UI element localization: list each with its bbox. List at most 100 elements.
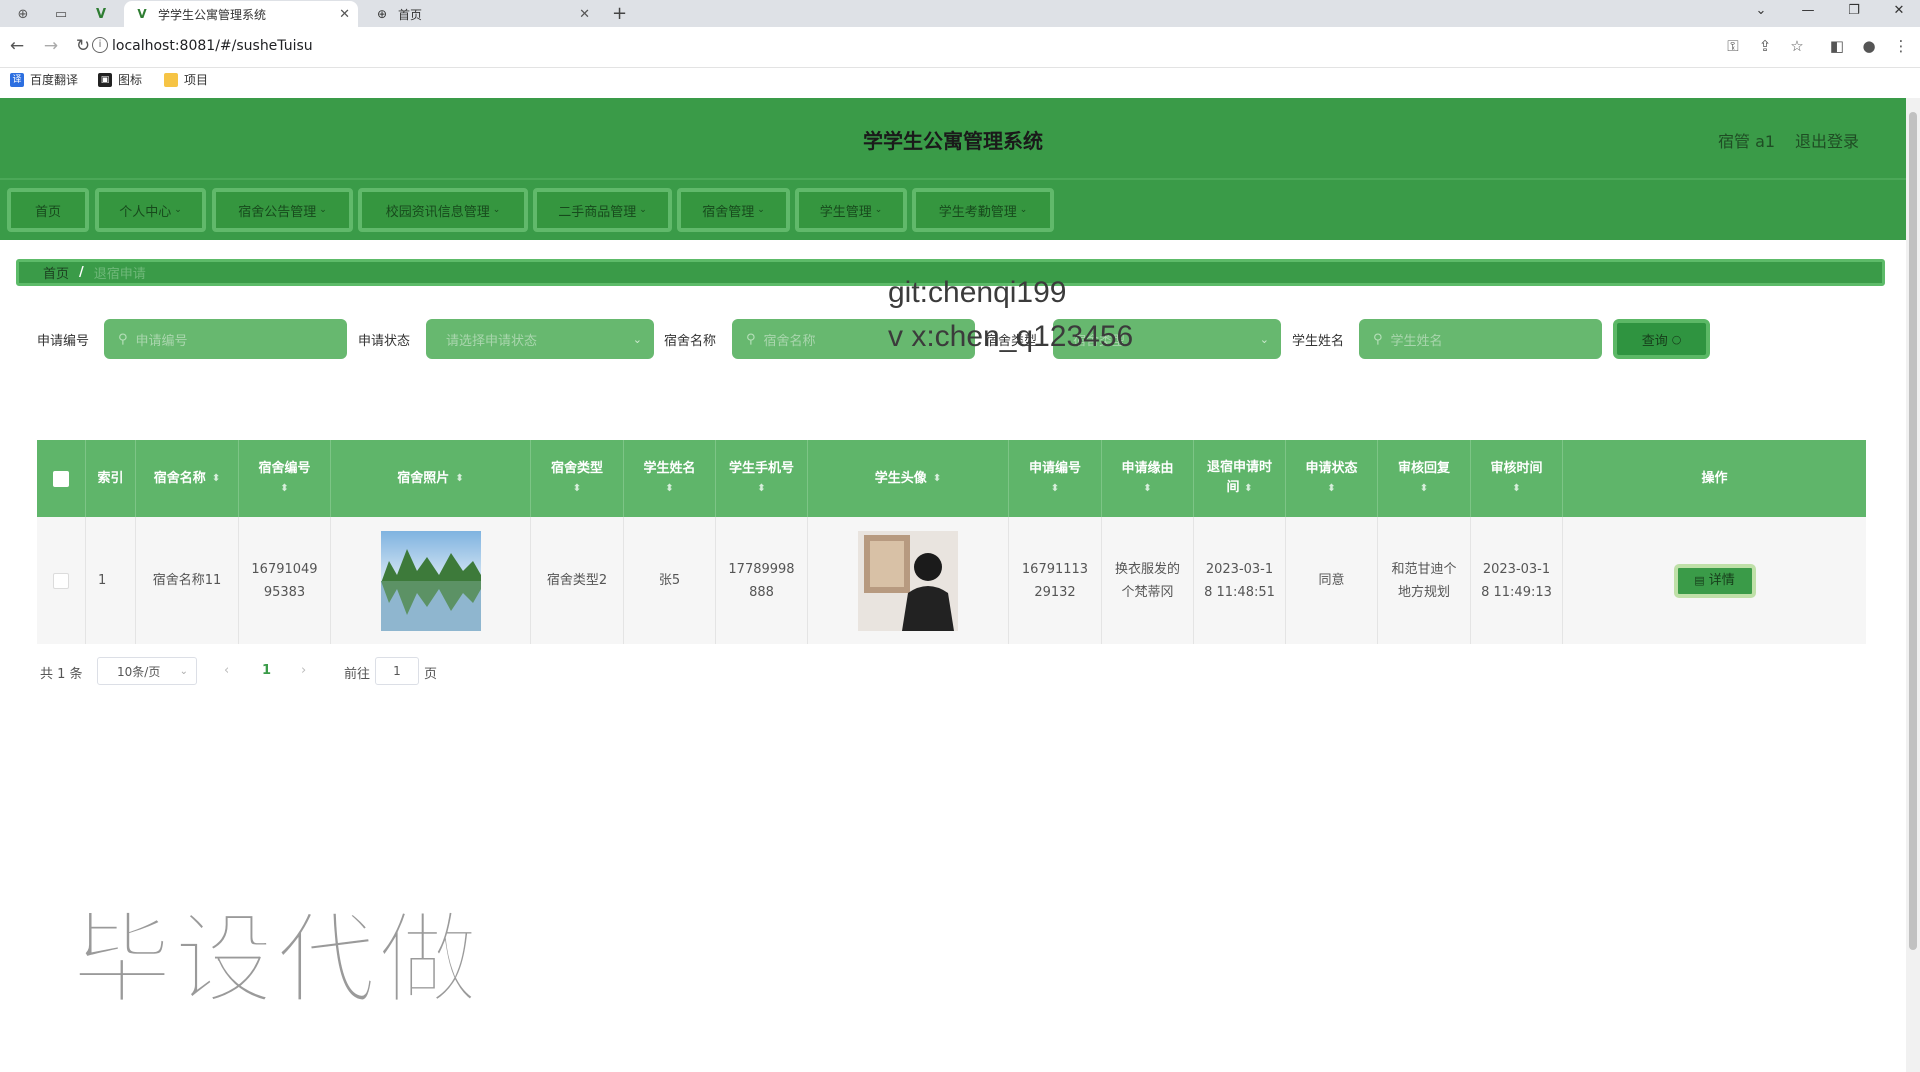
goto-page-input[interactable]: 1	[375, 657, 419, 685]
nav-label: 学生管理	[819, 204, 872, 220]
close-icon[interactable]: ✕	[339, 7, 350, 22]
th-dorm-no[interactable]: 宿舍编号 ⬍	[239, 440, 331, 517]
share-icon[interactable]: ⇪	[1754, 37, 1776, 55]
minimize-button[interactable]: —	[1793, 3, 1823, 18]
sort-icon[interactable]: ⬍	[1244, 483, 1252, 494]
nav-label: 宿舍管理	[702, 204, 755, 220]
sort-icon[interactable]: ⬍	[665, 479, 673, 499]
th-dorm-name[interactable]: 宿舍名称 ⬍	[136, 440, 239, 517]
close-icon[interactable]: ✕	[579, 7, 590, 22]
nav-label: 二手商品管理	[558, 204, 637, 220]
back-arrow-icon[interactable]: ←	[6, 36, 28, 56]
breadcrumb-home[interactable]: 首页	[43, 263, 69, 282]
th-student-phone[interactable]: 学生手机号 ⬍	[716, 440, 808, 517]
next-page-icon[interactable]: ›	[301, 663, 306, 678]
nav-item-dorm-manage[interactable]: 宿舍管理 ⌄	[677, 188, 790, 232]
watermark-git: git:chenqi199	[888, 276, 1067, 309]
cell-line: 29132	[1034, 584, 1076, 600]
chevron-down-icon: ⌄	[1259, 332, 1269, 346]
document-icon: ▤	[1694, 574, 1705, 587]
th-reply[interactable]: 审核回复 ⬍	[1378, 440, 1471, 517]
th-label: 退宿申请时	[1206, 460, 1272, 475]
reload-icon[interactable]: ↻	[72, 36, 94, 56]
browser-tabstrip: ⊕ ▭ V V 学学生公寓管理系统 ✕ ⊕ 首页 ✕ + ⌄ — ❐ ✕	[0, 0, 1920, 27]
chevron-down-icon: ⌄	[757, 205, 765, 215]
restore-button[interactable]: ❐	[1839, 3, 1869, 18]
logout-link[interactable]: 退出登录	[1795, 128, 1859, 152]
sort-icon[interactable]: ⬍	[573, 479, 581, 499]
detail-button[interactable]: ▤ 详情	[1673, 563, 1756, 598]
tab-search-icon[interactable]: ⌄	[1746, 3, 1776, 18]
profile-avatar-icon[interactable]: ●	[1858, 37, 1880, 55]
nav-item-student-manage[interactable]: 学生管理 ⌄	[795, 188, 907, 232]
breadcrumb-separator: /	[79, 265, 84, 280]
nav-item-secondhand[interactable]: 二手商品管理 ⌄	[533, 188, 672, 232]
nav-item-dorm-notice[interactable]: 宿舍公告管理 ⌄	[212, 188, 353, 232]
chevron-down-icon: ⌄	[1019, 205, 1028, 215]
forward-arrow-icon[interactable]: →	[40, 36, 62, 56]
star-icon[interactable]: ☆	[1786, 37, 1808, 55]
student-name-label: 学生姓名	[1292, 334, 1345, 349]
sort-icon[interactable]: ⬍	[1512, 479, 1520, 499]
th-dorm-photo[interactable]: 宿舍照片 ⬍	[331, 440, 531, 517]
th-status[interactable]: 申请状态 ⬍	[1286, 440, 1378, 517]
th-label: 申请状态	[1305, 460, 1358, 476]
nav-item-attendance[interactable]: 学生考勤管理 ⌄	[912, 188, 1054, 232]
student-name-input[interactable]: ⚲ 学生姓名	[1359, 319, 1602, 359]
th-review-time[interactable]: 审核时间 ⬍	[1471, 440, 1563, 517]
key-icon[interactable]: ⚿	[1722, 37, 1744, 55]
th-apply-no[interactable]: 申请编号 ⬍	[1009, 440, 1102, 517]
dorm-photo-image[interactable]	[380, 530, 481, 631]
menu-kebab-icon[interactable]: ⋮	[1890, 37, 1912, 55]
new-tab-button[interactable]: +	[612, 3, 627, 24]
sort-icon[interactable]: ⬍	[280, 479, 288, 499]
nav-item-campus-news[interactable]: 校园资讯信息管理 ⌄	[358, 188, 528, 232]
vue-logo-icon[interactable]: V	[90, 4, 112, 24]
search-icon: ○	[1671, 332, 1682, 346]
bookmark-baidu-translate[interactable]: 译 百度翻译	[10, 71, 78, 88]
apply-no-input[interactable]: ⚲ 申请编号	[104, 319, 347, 359]
site-info-icon[interactable]: i	[92, 37, 108, 53]
student-avatar-image[interactable]	[858, 530, 958, 631]
watermark-bottom: 毕设代做	[71, 900, 480, 1019]
blank-tab-icon[interactable]: ▭	[50, 4, 72, 24]
nav-item-personal-center[interactable]: 个人中心 ⌄	[95, 188, 206, 232]
th-student-name[interactable]: 学生姓名 ⬍	[624, 440, 716, 517]
sort-icon[interactable]: ⬍	[933, 469, 941, 489]
sort-icon[interactable]: ⬍	[1327, 479, 1335, 499]
th-student-avatar[interactable]: 学生头像 ⬍	[808, 440, 1009, 517]
tab-title: 首页	[398, 7, 423, 22]
sort-icon[interactable]: ⬍	[757, 479, 765, 499]
globe-icon[interactable]: ⊕	[12, 4, 34, 24]
bookmark-icons[interactable]: ▣ 图标	[98, 71, 142, 88]
sort-icon[interactable]: ⬍	[212, 469, 220, 489]
sort-icon[interactable]: ⬍	[1143, 479, 1151, 499]
chevron-down-icon: ⌄	[319, 205, 327, 215]
prev-page-icon[interactable]: ‹	[224, 663, 229, 678]
th-reason[interactable]: 申请缘由 ⬍	[1102, 440, 1194, 517]
cell-line: 地方规划	[1397, 584, 1450, 600]
th-dorm-type[interactable]: 宿舍类型 ⬍	[531, 440, 624, 517]
bookmark-projects[interactable]: 项目	[164, 71, 208, 88]
detail-label: 详情	[1708, 573, 1735, 588]
status-select[interactable]: 请选择申请状态 ⌄	[426, 319, 654, 359]
scrollbar-thumb[interactable]	[1909, 112, 1917, 950]
sort-icon[interactable]: ⬍	[455, 469, 463, 489]
page-number-current[interactable]: 1	[262, 663, 271, 678]
nav-item-home[interactable]: 首页	[7, 188, 89, 232]
sort-icon[interactable]: ⬍	[1420, 479, 1428, 499]
select-all-checkbox[interactable]	[53, 470, 69, 487]
tab-app[interactable]: V 学学生公寓管理系统 ✕	[124, 1, 358, 27]
url-text[interactable]: localhost:8081/#/susheTuisu	[112, 38, 313, 54]
page-size-select[interactable]: 10条/页 ⌄	[97, 657, 197, 685]
page-scrollbar[interactable]	[1906, 98, 1920, 1072]
window-close-button[interactable]: ✕	[1884, 3, 1914, 18]
row-checkbox[interactable]	[53, 572, 69, 589]
th-apply-time[interactable]: 退宿申请时 间 ⬍	[1194, 440, 1286, 517]
side-panel-icon[interactable]: ◧	[1826, 37, 1848, 55]
bookmark-label: 项目	[184, 73, 209, 87]
cell-line: 换衣服发的	[1114, 561, 1180, 577]
sort-icon[interactable]: ⬍	[1051, 479, 1059, 499]
query-button[interactable]: 查询 ○	[1613, 319, 1710, 359]
tab-home[interactable]: ⊕ 首页 ✕	[364, 1, 598, 27]
